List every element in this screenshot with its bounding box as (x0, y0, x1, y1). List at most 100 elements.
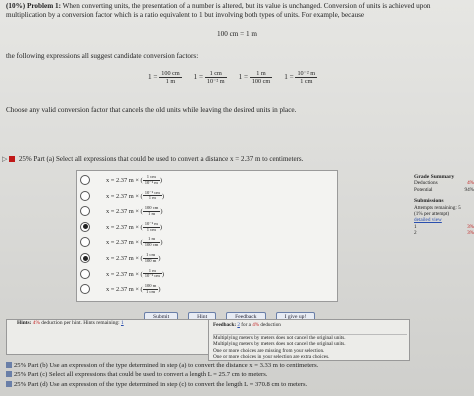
option-checkbox[interactable] (80, 237, 90, 248)
option-expression: x = 2.37 m × (1 m 10⁻² cm) (106, 268, 164, 280)
hints-panel: Hints: 4% deduction per hint. Hints rema… (6, 319, 214, 355)
fraction: 1 cm 10⁻² m (204, 70, 227, 85)
feedback-tail: deduction (260, 322, 281, 328)
fraction: 100 cm 1 m (142, 205, 161, 217)
denominator: 1 cm (300, 78, 313, 85)
factor-lhs: 1 = (148, 73, 160, 82)
problem-header: (10%) Problem 1: When converting units, … (6, 2, 468, 19)
part-row[interactable]: 25% Part (d) Use an expression of the ty… (6, 380, 308, 389)
option-expression: x = 2.37 m × (100 m1 cm) (106, 283, 161, 295)
option-row[interactable]: x = 2.37 m × (1 m 100 cm) (80, 235, 330, 249)
factor-lhs: 1 = (238, 73, 250, 82)
part-a-title: Part (a) (33, 155, 55, 163)
potential-label: Potential (414, 186, 433, 193)
option-checkbox[interactable] (80, 175, 90, 185)
hints-remaining: 1 (120, 320, 124, 326)
option-lead: x = 2.37 m × ( (106, 254, 143, 262)
conversion-factor: 1 = 100 cm 1 m (148, 70, 182, 85)
hints-pct: 4% (32, 320, 40, 326)
option-checkbox[interactable] (80, 190, 90, 201)
denominator: 10⁻² m (206, 78, 225, 85)
potential-value: 94% (464, 186, 474, 193)
expand-icon[interactable]: ▷ (2, 155, 7, 163)
option-expression: x = 2.37 m × (100 cm 1 m) (106, 205, 162, 217)
option-checkbox[interactable] (80, 206, 90, 217)
example-equation: 100 cm = 1 m (217, 30, 257, 38)
denominator: 1 m (148, 195, 156, 201)
denominator: 1 m (165, 78, 176, 85)
fraction: 1 m 100 cm (142, 237, 161, 248)
numerator: 100 cm (159, 70, 182, 78)
conversion-factor: 1 = 1 m 100 cm (239, 70, 273, 85)
denominator: 1 cm (145, 288, 156, 294)
part-text: Use an expression of the type determined… (49, 380, 308, 388)
part-text: Select all expressions that could be use… (49, 371, 268, 379)
option-checkbox[interactable] (80, 221, 90, 232)
factor-lhs: 1 = (193, 73, 205, 82)
option-lead: x = 2.37 m × ( (106, 192, 143, 200)
numerator: 10⁻² m (295, 70, 318, 78)
option-lead: x = 2.37 m × ( (106, 239, 143, 247)
grade-row-value: 3% (467, 230, 474, 237)
option-row[interactable]: x = 2.37 m × (1 m 10⁻² cm) (80, 267, 330, 281)
feedback-panel: Feedback: 2 for a 4% deduction Multiplyi… (208, 319, 410, 361)
factor-lhs: 1 = (284, 73, 296, 82)
feedback-pct: 4% (252, 322, 260, 328)
option-row[interactable]: x = 2.37 m × (100 m1 cm) (80, 282, 330, 296)
option-lead: x = 2.37 m × ( (106, 207, 143, 215)
fraction: 1 cm 100 m (142, 252, 159, 264)
part-text: Use an expression of the type determined… (49, 362, 319, 369)
choose-text: Choose any valid conversion factor that … (6, 106, 297, 114)
feedback-for: for a (241, 322, 251, 328)
part-a-prompt: Select all expressions that could be use… (56, 155, 304, 163)
fraction: 10⁻² m1 cm (142, 221, 160, 233)
option-row[interactable]: x = 2.37 m × (1 cm 10⁻² m) (80, 173, 330, 187)
feedback-messages: Multiplying meters by meters does not ca… (213, 334, 407, 361)
option-checkbox[interactable] (80, 268, 90, 279)
numerator: 1 m (249, 70, 273, 78)
option-checkbox[interactable] (80, 284, 90, 295)
denominator: 100 cm (251, 78, 271, 85)
option-expression: x = 2.37 m × (10⁻² cm 1 m) (106, 190, 164, 202)
hints-text: deduction per hint. Hints remaining: (41, 320, 120, 326)
feedback-message: One or more choices in your selection ar… (213, 354, 330, 361)
option-lead: x = 2.37 m × ( (106, 223, 143, 231)
option-close: ) (158, 285, 161, 293)
option-row[interactable]: x = 2.37 m × (100 cm 1 m) (80, 204, 330, 218)
denominator: 1 m (148, 210, 156, 216)
option-checkbox[interactable] (80, 253, 90, 263)
option-row[interactable]: x = 2.37 m × (10⁻² m1 cm) (80, 220, 330, 234)
part-status-icon (6, 371, 12, 378)
fraction: 1 cm 10⁻² m (142, 174, 160, 186)
conversion-factor: 1 = 10⁻² m1 cm (284, 70, 318, 85)
feedback-count: 2 (237, 322, 240, 328)
part-title: Part (d) (27, 380, 50, 388)
deductions-label: Deductions (414, 180, 438, 187)
option-row[interactable]: x = 2.37 m × (10⁻² cm 1 m) (80, 189, 330, 203)
part-status-icon (6, 362, 12, 368)
option-expression: x = 2.37 m × (1 m 100 cm) (106, 237, 162, 248)
fraction: 100 cm 1 m (159, 70, 182, 85)
fraction: 1 m 10⁻² cm (142, 268, 162, 280)
fraction: 10⁻² cm 1 m (142, 190, 162, 202)
problem-page: (10%) Problem 1: When converting units, … (0, 0, 474, 396)
part-status-icon (6, 380, 12, 387)
option-expression: x = 2.37 m × (1 cm 10⁻² m) (106, 174, 162, 186)
denominator: 10⁻² cm (144, 273, 160, 279)
option-lead: x = 2.37 m × ( (106, 270, 143, 278)
hints-label: Hints: (17, 320, 32, 326)
grade-row: 2 3% (414, 230, 474, 236)
option-row[interactable]: x = 2.37 m × (1 cm 100 m) (80, 251, 330, 265)
part-row[interactable]: 25% Part (b) Use an expression of the ty… (6, 362, 318, 370)
option-lead: x = 2.37 m × ( (106, 285, 143, 293)
conversion-factor: 1 = 1 cm 10⁻² m (194, 70, 227, 85)
denominator: 1 cm (146, 226, 156, 232)
option-close: ) (161, 192, 164, 200)
part-a-percent: 25% (18, 155, 32, 163)
option-close: ) (161, 270, 164, 278)
option-close: ) (160, 239, 163, 247)
option-lead: x = 2.37 m × ( (106, 176, 143, 184)
option-expression: x = 2.37 m × (10⁻² m1 cm) (106, 221, 162, 233)
part-row[interactable]: 25% Part (c) Select all expressions that… (6, 371, 267, 379)
part-percent: 25% (14, 371, 28, 379)
